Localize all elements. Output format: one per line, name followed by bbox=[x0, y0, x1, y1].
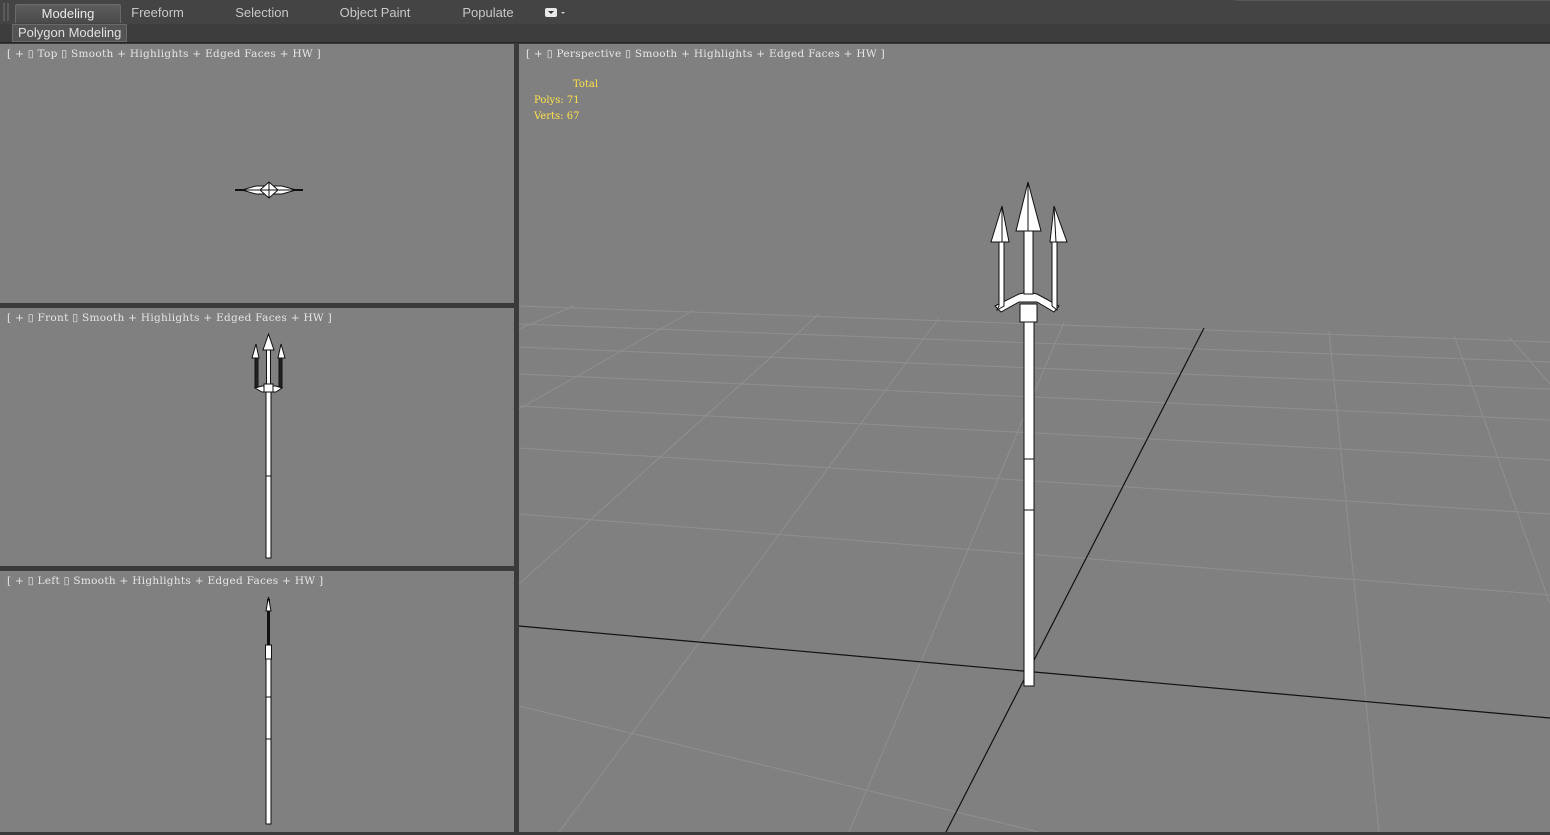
tab-populate[interactable]: Populate bbox=[452, 4, 524, 22]
tab-selection[interactable]: Selection bbox=[222, 4, 302, 22]
trident-left-view bbox=[265, 596, 272, 825]
sub-ribbon-bar: Polygon Modeling bbox=[0, 24, 1550, 43]
trident-top-view bbox=[235, 181, 303, 199]
tab-modeling[interactable]: Modeling bbox=[15, 4, 121, 23]
toolbar-grip-handle[interactable] bbox=[3, 3, 9, 21]
tab-object-paint[interactable]: Object Paint bbox=[330, 4, 420, 22]
ribbon-options-dropdown[interactable] bbox=[544, 7, 568, 19]
viewport-perspective[interactable]: [ + ▯ Perspective ▯ Smooth + Highlights … bbox=[519, 44, 1550, 832]
trident-front-view bbox=[251, 332, 286, 559]
viewport-front[interactable]: [ + ▯ Front ▯ Smooth + Highlights + Edge… bbox=[0, 308, 514, 566]
viewport-left[interactable]: [ + ▯ Left ▯ Smooth + Highlights + Edged… bbox=[0, 571, 514, 832]
ribbon-divider bbox=[1235, 0, 1550, 1]
panel-polygon-modeling[interactable]: Polygon Modeling bbox=[12, 24, 128, 42]
tab-freeform[interactable]: Freeform bbox=[120, 4, 195, 22]
ribbon-menu-icon bbox=[545, 8, 565, 17]
perspective-scene bbox=[519, 181, 1550, 832]
viewport-top[interactable]: [ + ▯ Top ▯ Smooth + Highlights + Edged … bbox=[0, 44, 514, 303]
ribbon-tab-bar: Modeling Freeform Selection Object Paint… bbox=[0, 0, 1550, 25]
